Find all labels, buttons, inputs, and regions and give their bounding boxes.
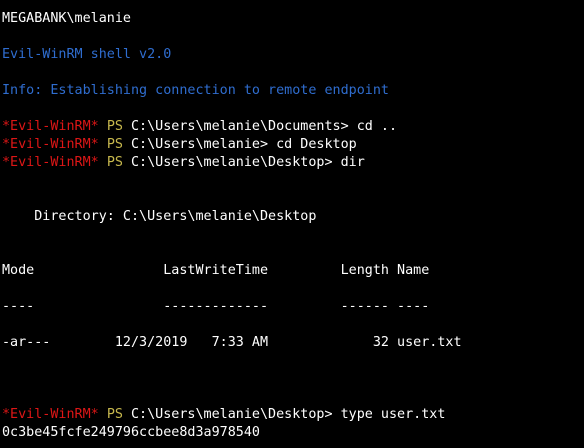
prompt-tag: *Evil-WinRM*	[2, 137, 99, 152]
command-text: C:\Users\melanie> cd Desktop	[131, 137, 357, 152]
command-output: 0c3be45fcfe249796ccbee8d3a978540	[2, 425, 260, 440]
table-separator-row: ---- ------------- ------ ----	[2, 299, 430, 314]
user-line: MEGABANK\melanie	[2, 11, 131, 26]
directory-line: Directory: C:\Users\melanie\Desktop	[2, 209, 317, 224]
command-line: *Evil-WinRM* PS C:\Users\melanie\Desktop…	[2, 154, 584, 172]
command-text: C:\Users\melanie\Desktop> type user.txt	[131, 407, 446, 422]
table-header-row: Mode LastWriteTime Length Name	[2, 263, 430, 278]
ps-tag: PS	[106, 155, 123, 170]
ps-tag: PS	[106, 407, 123, 422]
command-text: C:\Users\melanie\Desktop> dir	[131, 155, 365, 170]
prompt-tag: *Evil-WinRM*	[2, 155, 99, 170]
command-text: C:\Users\melanie\Documents> cd ..	[131, 119, 398, 134]
ps-tag: PS	[106, 137, 123, 152]
info-message: Info: Establishing connection to remote …	[2, 83, 389, 98]
table-row: -ar--- 12/3/2019 7:33 AM 32 user.txt	[2, 335, 462, 350]
prompt-tag: *Evil-WinRM*	[2, 119, 99, 134]
prompt-tag: *Evil-WinRM*	[2, 407, 99, 422]
shell-banner: Evil-WinRM shell v2.0	[2, 47, 172, 62]
command-line: *Evil-WinRM* PS C:\Users\melanie\Documen…	[2, 118, 584, 136]
terminal-window[interactable]: MEGABANK\melanie Evil-WinRM shell v2.0 I…	[0, 0, 584, 448]
ps-tag: PS	[106, 119, 123, 134]
command-line: *Evil-WinRM* PS C:\Users\melanie> cd Des…	[2, 136, 584, 154]
command-line: *Evil-WinRM* PS C:\Users\melanie\Desktop…	[2, 406, 584, 424]
